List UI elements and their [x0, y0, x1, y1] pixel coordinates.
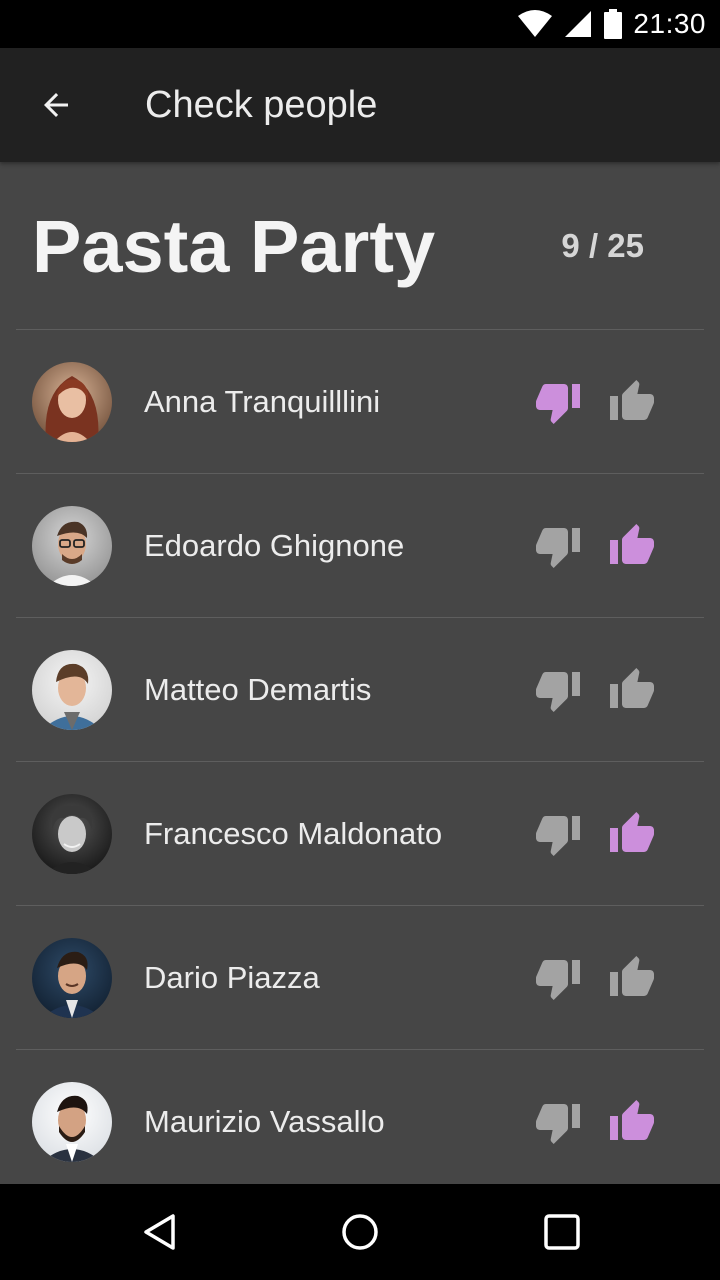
person-name: Francesco Maldonato: [144, 816, 443, 851]
avatar: [32, 938, 112, 1018]
thumb-up-icon: [610, 668, 654, 708]
thumb-down-button[interactable]: [530, 518, 586, 574]
thumb-up-icon: [610, 524, 654, 564]
back-triangle-icon: [144, 1214, 175, 1250]
back-button[interactable]: [24, 73, 88, 137]
thumb-down-button[interactable]: [530, 806, 586, 862]
list-item: Edoardo Ghignone: [16, 473, 704, 617]
thumb-up-button[interactable]: [604, 1094, 660, 1150]
avatar: [32, 362, 112, 442]
thumb-up-button[interactable]: [604, 806, 660, 862]
arrow-back-icon: [44, 93, 68, 117]
home-circle-icon: [342, 1214, 378, 1250]
thumb-down-button[interactable]: [530, 374, 586, 430]
cell-signal-icon: [565, 11, 592, 37]
thumb-up-icon: [610, 380, 654, 420]
nav-home-button[interactable]: [332, 1204, 388, 1260]
list-item: Maurizio Vassallo: [16, 1049, 704, 1193]
thumb-up-icon: [610, 812, 654, 852]
event-header: Pasta Party 9 / 25: [0, 162, 720, 330]
thumb-down-button[interactable]: [530, 1094, 586, 1150]
thumb-up-button[interactable]: [604, 950, 660, 1006]
page-title: Check people: [145, 84, 378, 126]
thumb-down-icon: [536, 960, 580, 1000]
thumb-down-button[interactable]: [530, 662, 586, 718]
list-item: Anna Tranquilllini: [16, 329, 704, 473]
thumb-up-button[interactable]: [604, 518, 660, 574]
app-bar: Check people: [0, 48, 720, 162]
list-item: Francesco Maldonato: [16, 761, 704, 905]
avatar: [32, 1082, 112, 1162]
thumb-up-icon: [610, 1100, 654, 1140]
thumb-up-icon: [610, 956, 654, 996]
thumb-down-icon: [536, 1104, 580, 1144]
thumb-up-button[interactable]: [604, 374, 660, 430]
avatar: [32, 506, 112, 586]
person-name: Maurizio Vassallo: [144, 1104, 385, 1139]
person-name: Dario Piazza: [144, 960, 320, 995]
list-item: Matteo Demartis: [16, 617, 704, 761]
people-list: Anna Tranquilllini Edoardo Ghignone Matt…: [0, 329, 720, 1193]
recents-square-icon: [544, 1214, 580, 1250]
avatar: [32, 794, 112, 874]
status-bar: 21:30: [0, 0, 720, 48]
thumb-down-icon: [536, 816, 580, 856]
list-item: Dario Piazza: [16, 905, 704, 1049]
wifi-icon: [518, 10, 553, 37]
thumb-up-button[interactable]: [604, 662, 660, 718]
status-time: 21:30: [633, 8, 706, 39]
person-name: Edoardo Ghignone: [144, 528, 405, 563]
person-name: Matteo Demartis: [144, 672, 372, 707]
thumb-down-icon: [536, 384, 580, 424]
battery-icon: [604, 9, 623, 39]
person-name: Anna Tranquilllini: [144, 384, 381, 419]
status-icons: 21:30: [517, 0, 706, 48]
event-title: Pasta Party: [32, 205, 436, 288]
system-nav-bar: [0, 1184, 720, 1280]
avatar: [32, 650, 112, 730]
nav-recents-button[interactable]: [534, 1204, 590, 1260]
thumb-down-icon: [536, 672, 580, 712]
thumb-down-icon: [536, 528, 580, 568]
thumb-down-button[interactable]: [530, 950, 586, 1006]
nav-back-button[interactable]: [132, 1204, 188, 1260]
attendance-counter: 9 / 25: [561, 227, 644, 264]
